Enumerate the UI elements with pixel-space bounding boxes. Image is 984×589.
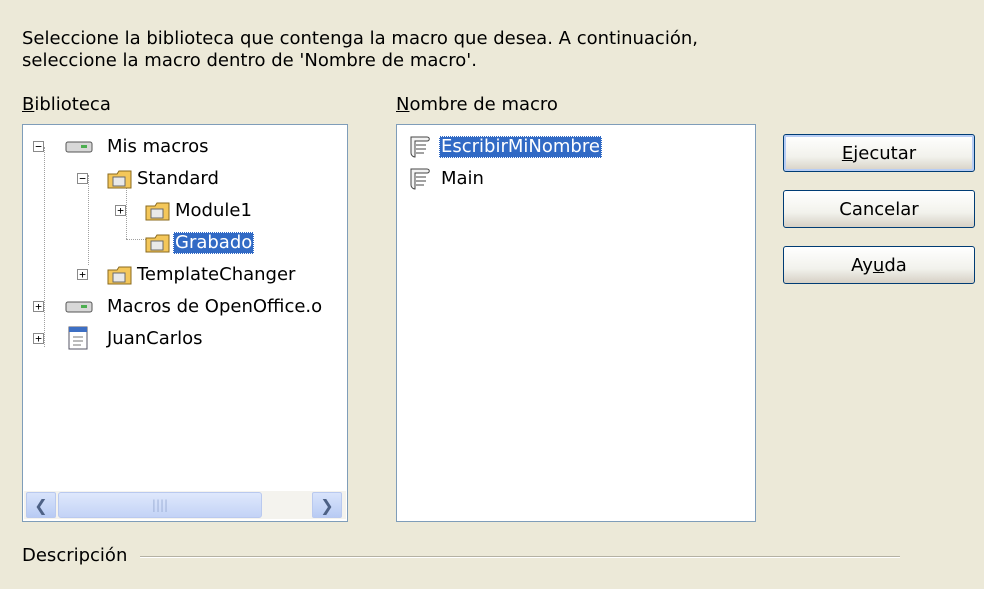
expand-icon[interactable]: +	[77, 269, 88, 280]
folder-icon	[107, 264, 133, 291]
help-button-mnemonic: u	[872, 254, 885, 276]
tree-connector	[44, 147, 45, 347]
macro-script-icon	[405, 135, 435, 164]
collapse-icon[interactable]: −	[33, 141, 44, 152]
library-label-mnemonic: B	[22, 94, 35, 115]
horizontal-scrollbar[interactable]: ❮ |||| ❯	[24, 491, 346, 519]
help-button[interactable]: Ay u da	[783, 246, 975, 284]
run-button-mnemonic: E	[841, 142, 854, 164]
macro-script-icon	[405, 167, 435, 196]
tree-item-label: Macros de OpenOffice.o	[107, 296, 323, 317]
help-button-label-start: Ay	[851, 254, 873, 276]
folder-icon	[145, 232, 171, 259]
instructions-line-2: seleccione la macro dentro de 'Nombre de…	[22, 50, 477, 71]
scroll-left-icon[interactable]: ❮	[26, 492, 56, 518]
expand-icon[interactable]: +	[33, 333, 44, 344]
scroll-right-icon[interactable]: ❯	[312, 492, 342, 518]
run-button-label: jecutar	[853, 142, 917, 164]
expand-icon[interactable]: +	[33, 301, 44, 312]
help-button-label-end: da	[884, 254, 907, 276]
macro-name-label-text: ombre de macro	[409, 94, 558, 115]
scrollbar-thumb[interactable]: ||||	[58, 492, 262, 518]
drive-icon	[65, 299, 95, 320]
run-button[interactable]: Ejecutar	[783, 134, 975, 172]
cancel-button-label: Cancelar	[839, 198, 919, 220]
document-icon	[67, 325, 89, 356]
description-label: Descripción	[22, 545, 128, 566]
library-tree[interactable]: − Mis macros − Standard + Module1 Grabad…	[22, 124, 348, 522]
drive-icon	[65, 139, 95, 160]
library-label-text: iblioteca	[34, 94, 111, 115]
instructions-line-1: Seleccione la biblioteca que contenga la…	[22, 28, 698, 49]
folder-icon	[107, 168, 133, 195]
cancel-button[interactable]: Cancelar	[783, 190, 975, 228]
tree-item-label: JuanCarlos	[107, 328, 203, 349]
tree-item-label: TemplateChanger	[137, 264, 296, 285]
instructions-text: Seleccione la biblioteca que contenga la…	[22, 28, 782, 72]
macro-item-label: Main	[441, 168, 484, 189]
library-label: Biblioteca	[22, 94, 111, 115]
macro-name-label-mnemonic: N	[396, 94, 410, 115]
tree-item-label: Grabado	[173, 232, 255, 254]
description-separator	[140, 556, 900, 558]
tree-item-label: Module1	[175, 200, 252, 221]
tree-item-label: Standard	[137, 168, 219, 189]
tree-connector	[88, 175, 89, 265]
tree-item-label: Mis macros	[107, 136, 209, 157]
macro-list[interactable]: EscribirMiNombre Main	[396, 124, 756, 522]
folder-icon	[145, 200, 171, 227]
collapse-icon[interactable]: −	[77, 173, 88, 184]
expand-icon[interactable]: +	[115, 205, 126, 216]
macro-name-label: Nombre de macro	[396, 94, 558, 115]
macro-item-label: EscribirMiNombre	[439, 136, 602, 158]
